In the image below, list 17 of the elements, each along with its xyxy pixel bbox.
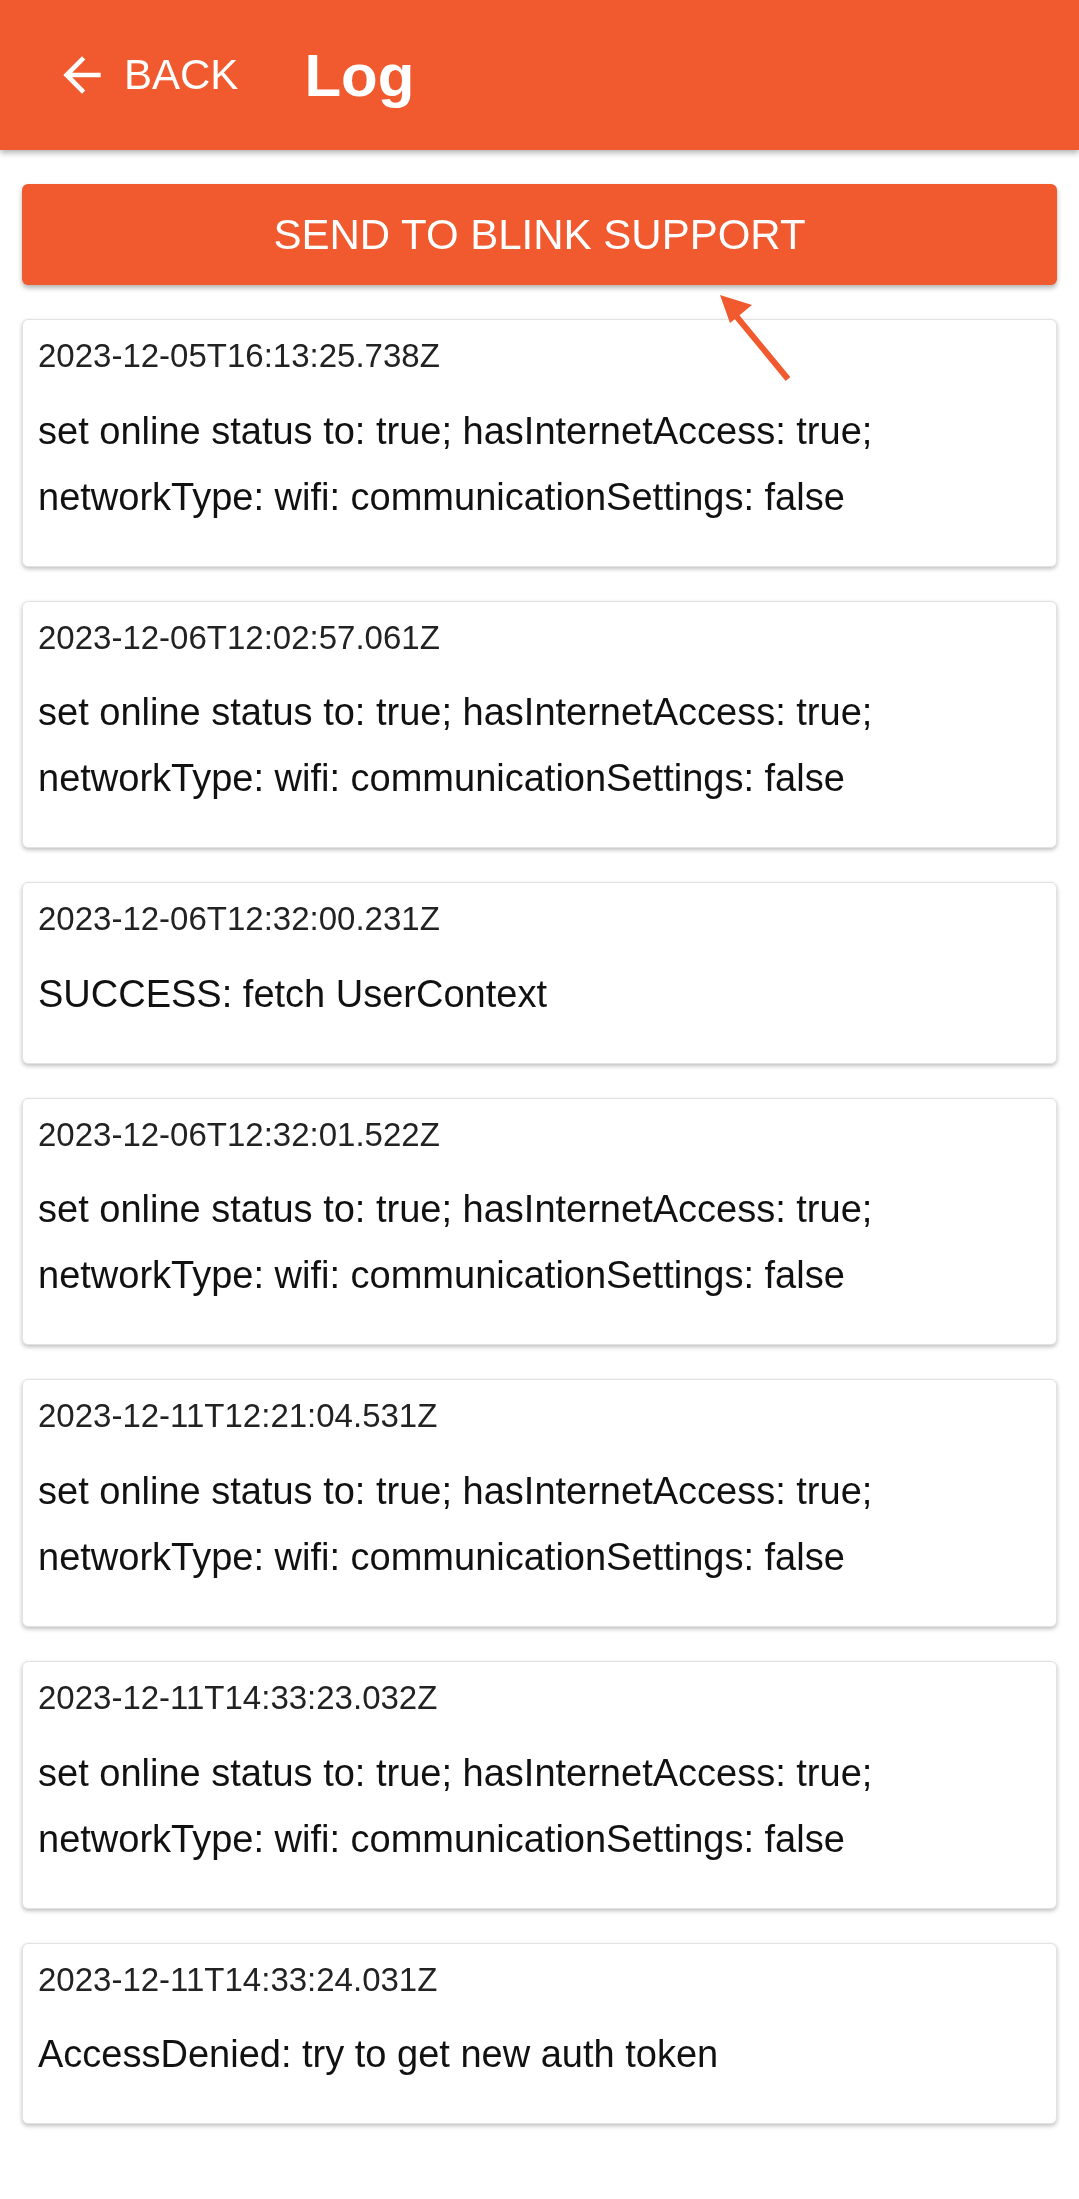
log-message: set online status to: true; hasInternetAccess: true; networkType: wifi: communicationSettings: false: [38, 1468, 874, 1580]
log-timestamp: 2023-12-05T16:13:25.738Z: [38, 336, 441, 376]
log-message: AccessDenied: try to get new auth token: [38, 2032, 720, 2078]
send-button[interactable]: SEND TO BLINK SUPPORT: [22, 184, 1057, 285]
back-button[interactable]: BACK: [54, 47, 239, 103]
log-timestamp: 2023-12-06T12:32:00.231Z: [38, 899, 441, 939]
page-title: Log: [304, 40, 415, 110]
log-timestamp: 2023-12-11T12:21:04.531Z: [38, 1396, 439, 1436]
log-message: set online status to: true; hasInternetAccess: true; networkType: wifi: communicationSettings: false: [38, 1187, 874, 1299]
log-timestamp: 2023-12-06T12:32:01.522Z: [38, 1114, 441, 1155]
log-message: set online status to: true; hasInternetAccess: true; networkType: wifi: communicationSettings: false: [38, 1750, 874, 1862]
log-timestamp: 2023-12-11T14:33:24.031Z: [38, 1959, 439, 2000]
log-timestamp: 2023-12-11T14:33:23.032Z: [38, 1677, 439, 1718]
log-message: SUCCESS: fetch UserContext: [38, 971, 548, 1017]
log-message: set online status to: true; hasInternetAccess: true; networkType: wifi: communicationSettings: false: [38, 408, 874, 520]
log-timestamp: 2023-12-06T12:02:57.061Z: [38, 617, 441, 658]
log-message: set online status to: true; hasInternetAccess: true; networkType: wifi: communicationSettings: false: [38, 690, 874, 802]
